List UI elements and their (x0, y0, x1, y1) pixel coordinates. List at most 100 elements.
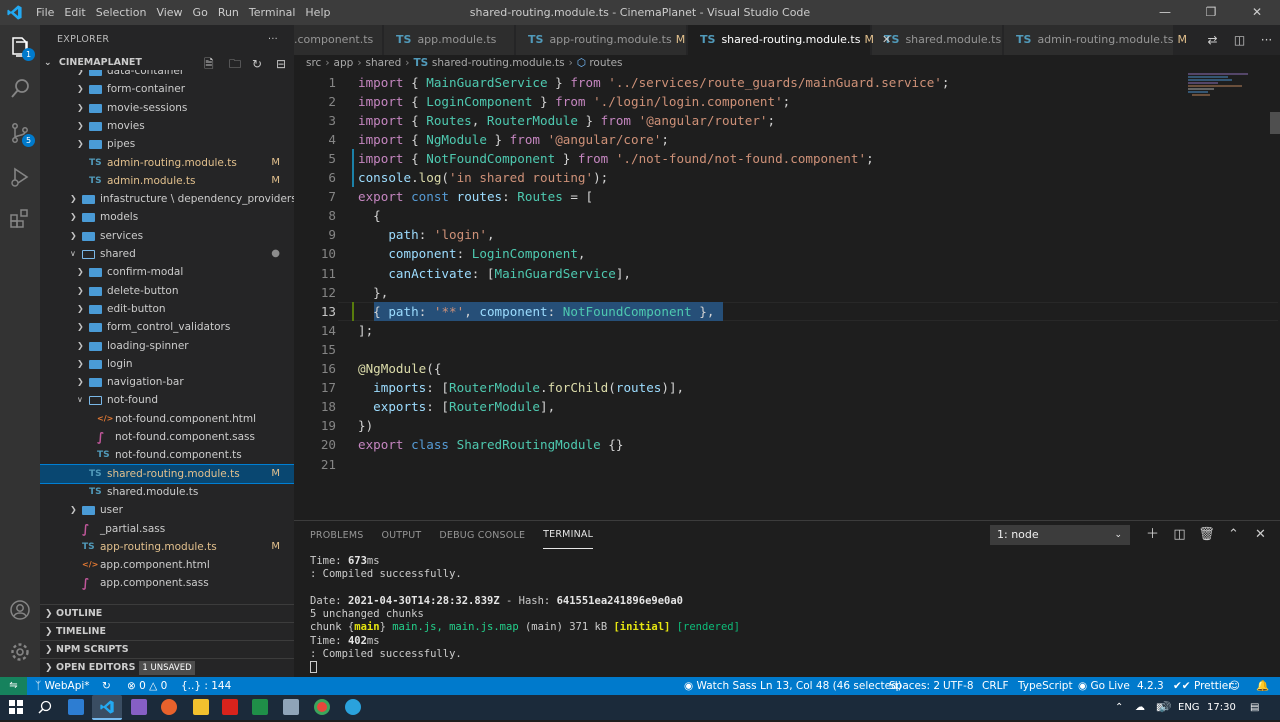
minimap[interactable] (1186, 72, 1266, 102)
maximize-icon[interactable]: ❐ (1188, 0, 1234, 25)
compare-icon[interactable]: ⇄ (1199, 25, 1226, 55)
source-control-icon[interactable]: 5 (8, 121, 35, 147)
prettier-status[interactable]: ✔✔ Prettier (1173, 677, 1233, 695)
feedback-icon[interactable]: ☺ (1229, 677, 1240, 695)
extensions-icon[interactable] (8, 207, 32, 231)
tree-item[interactable]: ❯ pipes (40, 135, 294, 153)
ts-version[interactable]: 4.2.3 (1137, 677, 1164, 695)
branch-status[interactable]: ᛉ WebApi* (35, 677, 90, 695)
tree-item[interactable]: ∨ shared ● (40, 245, 294, 263)
end-of-line[interactable]: CRLF (982, 677, 1009, 695)
close-tab-icon[interactable]: ✕ (882, 33, 891, 46)
tree-item[interactable]: ❯ edit-button (40, 300, 294, 318)
problems-status[interactable]: ⊗ 0 △ 0 (127, 677, 167, 695)
split-terminal-icon[interactable]: ◫ (1166, 521, 1193, 551)
editor-tab[interactable]: TS shared.module.ts (872, 25, 1003, 55)
tree-item[interactable]: ❯ user (40, 501, 294, 519)
panel-tab-output[interactable]: OUTPUT (381, 521, 421, 551)
menu-item-selection[interactable]: Selection (96, 0, 155, 25)
tree-item[interactable]: ∫ app.component.sass (40, 574, 294, 592)
new-terminal-icon[interactable]: ＋ (1139, 521, 1166, 551)
gear-icon[interactable] (8, 640, 32, 664)
search-icon[interactable] (8, 77, 32, 101)
close-window-icon[interactable]: ✕ (1234, 0, 1280, 25)
braces-status[interactable]: {..} : 144 (181, 677, 231, 695)
tree-item[interactable]: </> app.component.html (40, 556, 294, 574)
tree-item[interactable]: ❯ confirm-modal (40, 263, 294, 281)
spreadsheet-icon[interactable] (252, 699, 268, 715)
run-debug-icon[interactable] (8, 165, 32, 189)
tree-item[interactable]: ❯ form-container (40, 80, 294, 98)
cursor-position[interactable]: Ln 13, Col 48 (46 selected) (760, 677, 902, 695)
chrome-icon[interactable] (314, 699, 330, 715)
editor-tab[interactable]: TS app-routing.module.ts M (516, 25, 687, 55)
pdf-reader-icon[interactable] (222, 699, 238, 715)
more-actions-icon[interactable]: ··· (268, 25, 278, 55)
editor-tab[interactable]: TS admin-routing.module.ts M (1004, 25, 1187, 55)
vscode-taskbar-icon[interactable] (92, 695, 122, 720)
code-editor[interactable]: 1 import { MainGuardService } from '../se… (294, 72, 1280, 520)
visual-studio-icon[interactable] (131, 699, 147, 715)
tree-item[interactable]: ❯ services (40, 227, 294, 245)
editor-tab[interactable]: TS app.module.ts (384, 25, 515, 55)
tree-item[interactable]: ❯ loading-spinner (40, 337, 294, 355)
minimize-icon[interactable]: — (1142, 0, 1188, 25)
tree-item[interactable]: ∨ not-found (40, 391, 294, 409)
account-icon[interactable] (8, 598, 32, 622)
tree-item[interactable]: ❯ delete-button (40, 282, 294, 300)
trash-icon[interactable]: 🗑 (1193, 521, 1220, 551)
sync-icon[interactable]: ↻ (102, 677, 111, 695)
go-live-button[interactable]: ◉ Go Live (1078, 677, 1130, 695)
tree-item[interactable]: TS app-routing.module.ts M (40, 538, 294, 556)
breadcrumb-item[interactable]: routes (589, 57, 622, 69)
maximize-panel-icon[interactable]: ⌃ (1220, 521, 1247, 551)
mail-app-icon[interactable] (68, 699, 84, 715)
editor-tab[interactable]: .component.ts (294, 25, 383, 55)
section-outline[interactable]: ❯ OUTLINE (40, 604, 294, 622)
tree-item[interactable]: ∫ _partial.sass (40, 520, 294, 538)
remote-icon[interactable]: ⇋ (0, 677, 27, 695)
tree-item[interactable]: ❯ navigation-bar (40, 373, 294, 391)
telegram-icon[interactable] (345, 699, 361, 715)
app-icon[interactable] (161, 699, 177, 715)
menu-item-file[interactable]: File (36, 0, 62, 25)
tree-item[interactable]: ❯ movies (40, 117, 294, 135)
language-indicator[interactable]: ENG (1178, 695, 1200, 720)
tree-item[interactable]: ❯ data-container (40, 70, 294, 80)
breadcrumb-item[interactable]: app (334, 57, 354, 69)
tree-item[interactable]: ❯ movie-sessions (40, 99, 294, 117)
tray-up-icon[interactable]: ⌃ (1115, 695, 1123, 720)
explorer-icon[interactable]: 1 (8, 35, 35, 61)
clock[interactable]: 17:30 (1207, 695, 1236, 720)
encoding[interactable]: UTF-8 (943, 677, 974, 695)
split-editor-icon[interactable]: ◫ (1226, 25, 1253, 55)
panel-tab-debug-console[interactable]: DEBUG CONSOLE (439, 521, 525, 551)
close-panel-icon[interactable]: ✕ (1247, 521, 1274, 551)
menu-item-help[interactable]: Help (305, 0, 338, 25)
taskbar-search-icon[interactable] (37, 699, 53, 715)
indentation[interactable]: Spaces: 2 (889, 677, 940, 695)
breadcrumb-item[interactable]: src (306, 57, 321, 69)
editor-scrollbar[interactable] (1270, 112, 1280, 134)
language-mode[interactable]: TypeScript (1018, 677, 1073, 695)
volume-icon[interactable]: 🔊 (1159, 695, 1171, 720)
section-npm-scripts[interactable]: ❯ NPM SCRIPTS (40, 640, 294, 658)
tree-item[interactable]: ∫ not-found.component.sass (40, 428, 294, 446)
cloud-icon[interactable]: ☁ (1135, 695, 1145, 720)
breadcrumb-item[interactable]: shared (366, 57, 402, 69)
section-open-editors[interactable]: ❯ OPEN EDITORS 1 UNSAVED (40, 658, 294, 676)
tree-item[interactable]: </> not-found.component.html (40, 410, 294, 428)
menu-item-terminal[interactable]: Terminal (249, 0, 304, 25)
tree-item[interactable]: TS shared.module.ts (40, 483, 294, 501)
sticky-notes-icon[interactable] (193, 699, 209, 715)
panel-tab-problems[interactable]: PROBLEMS (310, 521, 363, 551)
panel-tab-terminal[interactable]: TERMINAL (543, 523, 594, 549)
windows-start-icon[interactable] (8, 699, 24, 715)
tree-item[interactable]: ❯ models (40, 208, 294, 226)
tree-item[interactable]: TS admin-routing.module.ts M (40, 154, 294, 172)
editor-tab[interactable]: TS shared-routing.module.ts M ✕ (688, 25, 891, 55)
tree-item[interactable]: TS shared-routing.module.ts M (40, 463, 294, 484)
menu-item-run[interactable]: Run (218, 0, 247, 25)
watch-sass-button[interactable]: ◉ Watch Sass (684, 677, 757, 695)
terminal-output[interactable]: Time: 673ms: Compiled successfully. Date:… (310, 555, 1270, 675)
